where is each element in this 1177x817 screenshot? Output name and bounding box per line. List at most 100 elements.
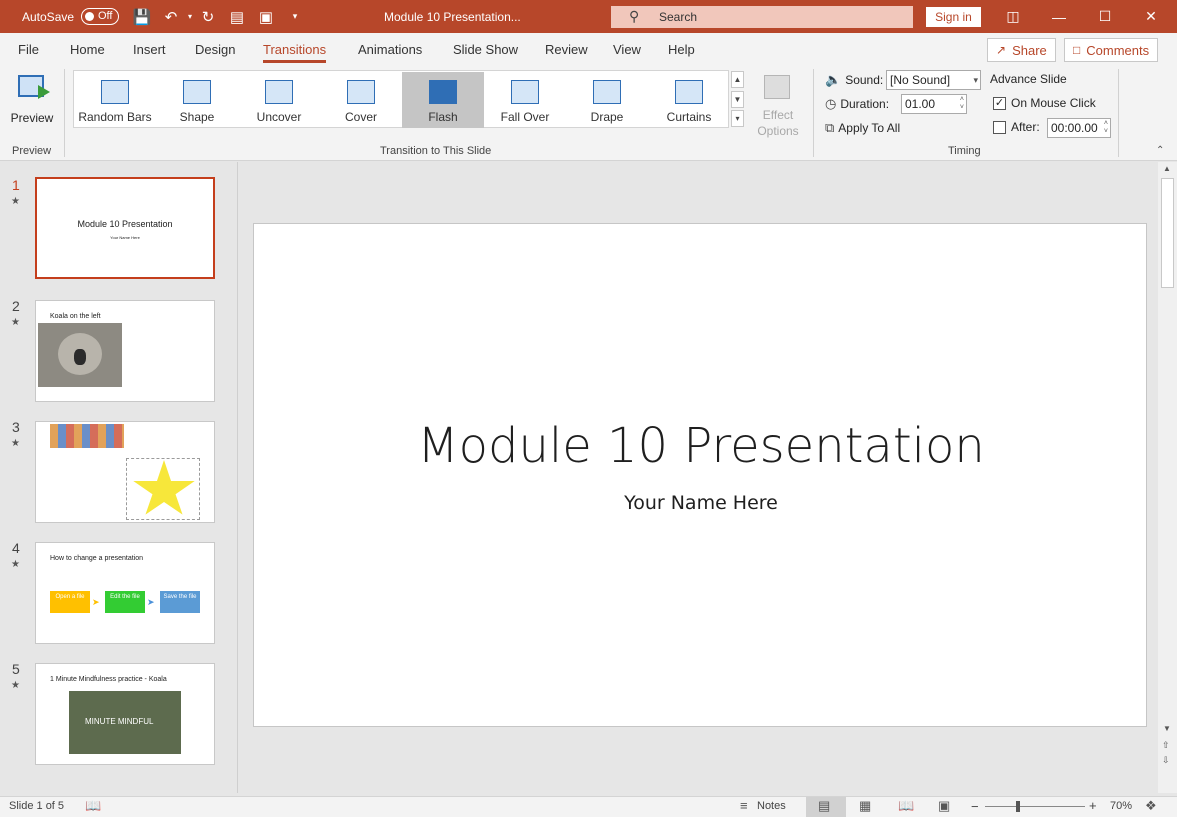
step-label: Save the file	[163, 594, 197, 600]
fit-to-window-icon[interactable]: ❖	[1145, 798, 1157, 814]
transition-label: Fall Over	[500, 110, 550, 124]
sound-label: Sound:	[845, 73, 884, 87]
transition-uncover[interactable]: Uncover	[238, 72, 320, 128]
undo-icon[interactable]: ↶	[162, 0, 180, 33]
transition-star-icon: ★	[11, 559, 20, 570]
transition-curtains[interactable]: Curtains	[648, 72, 730, 128]
vertical-scrollbar[interactable]: ▲ ▼ ⇧ ⇩	[1158, 162, 1177, 793]
clock-icon: ◷	[825, 96, 837, 111]
ribbon-display-options-icon[interactable]: ◫	[990, 0, 1036, 33]
tab-transitions[interactable]: Transitions	[263, 42, 327, 63]
zoom-slider-track[interactable]	[985, 806, 1085, 807]
share-label: Share	[1012, 42, 1047, 58]
previous-slide-icon[interactable]: ⇧	[1162, 740, 1170, 751]
save-icon[interactable]: 💾	[133, 0, 152, 33]
sound-row: 🔈 Sound:	[825, 72, 883, 88]
after-input[interactable]: 00:00.00 ˄ ˅	[1047, 118, 1111, 138]
tab-design[interactable]: Design	[195, 42, 235, 57]
next-slide-icon[interactable]: ⇩	[1162, 755, 1170, 766]
close-icon[interactable]: ✕	[1128, 0, 1174, 33]
tab-review[interactable]: Review	[545, 42, 588, 57]
preview-button[interactable]: Preview	[6, 71, 58, 133]
current-slide[interactable]: Module 10 Presentation Your Name Here	[253, 223, 1147, 727]
slide-thumbnail-5[interactable]: 1 Minute Mindfulness practice - Koala MI…	[35, 663, 215, 765]
slide-sorter-icon[interactable]: ▦	[859, 798, 871, 814]
zoom-level[interactable]: 70%	[1110, 800, 1132, 812]
people-clipart	[50, 424, 124, 448]
undo-dropdown-icon[interactable]: ▾	[181, 0, 199, 33]
slide-thumbnail-1[interactable]: Module 10 Presentation Your Name Here	[35, 177, 215, 279]
touch-mode-icon[interactable]: ▣	[257, 0, 275, 33]
minimize-icon[interactable]: —	[1036, 0, 1082, 33]
advance-slide-label: Advance Slide	[990, 72, 1067, 86]
slide-subtitle[interactable]: Your Name Here	[254, 492, 1148, 514]
spinner-down-icon[interactable]: ˅	[1104, 128, 1108, 136]
search-box[interactable]: ⚲ Search	[611, 6, 913, 28]
scroll-down-icon[interactable]: ▼	[1163, 724, 1171, 733]
zoom-in-icon[interactable]: +	[1089, 798, 1097, 813]
effect-options-icon	[764, 75, 790, 99]
effect-options-button[interactable]: Effect Options	[752, 71, 804, 141]
gallery-scroll-down[interactable]: ▼	[731, 91, 744, 108]
transition-label: Curtains	[666, 110, 712, 124]
tab-animations[interactable]: Animations	[358, 42, 422, 57]
on-mouse-click-checkbox[interactable]: ✓	[993, 97, 1006, 110]
after-checkbox[interactable]	[993, 121, 1006, 134]
tab-file[interactable]: File	[18, 42, 39, 57]
spinner-up-icon[interactable]: ˄	[1104, 120, 1108, 128]
scroll-thumb[interactable]	[1161, 178, 1174, 288]
notes-button[interactable]: Notes	[757, 800, 786, 812]
transition-drape[interactable]: Drape	[566, 72, 648, 128]
apply-to-all-button[interactable]: ⧉ Apply To All	[825, 120, 900, 136]
zoom-slider-thumb[interactable]	[1016, 801, 1020, 812]
slide-show-icon[interactable]: ▣	[938, 798, 950, 814]
slide-title[interactable]: Module 10 Presentation	[254, 418, 1148, 474]
preview-group-label: Preview	[12, 145, 52, 157]
spinner-down-icon[interactable]: ˅	[960, 104, 964, 112]
gallery-more[interactable]: ▾	[731, 110, 744, 127]
normal-view-icon[interactable]: ▤	[818, 798, 830, 814]
step-label: Open a file	[55, 594, 85, 600]
sound-select[interactable]: [No Sound] ▾	[886, 70, 981, 90]
arrow-right-icon: ➤	[92, 597, 100, 607]
tab-home[interactable]: Home	[70, 42, 105, 57]
slide-thumbnail-2[interactable]: Koala on the left	[35, 300, 215, 402]
collapse-ribbon-icon[interactable]: ⌃	[1156, 145, 1164, 156]
present-from-start-icon[interactable]: ▤	[228, 0, 246, 33]
tab-insert[interactable]: Insert	[133, 42, 166, 57]
duration-value: 01.00	[905, 97, 936, 111]
redo-icon[interactable]: ↻	[199, 0, 217, 33]
tab-slide-show[interactable]: Slide Show	[453, 42, 518, 57]
comments-button[interactable]: □ Comments	[1064, 38, 1159, 62]
accessibility-icon[interactable]: 📖	[85, 798, 101, 814]
timing-group-label: Timing	[948, 145, 981, 157]
transition-random-bars[interactable]: Random Bars	[74, 72, 156, 128]
after-label: After:	[1011, 120, 1040, 134]
image-overlay-text: MINUTE MINDFUL	[85, 717, 154, 726]
transition-flash[interactable]: Flash	[402, 72, 484, 128]
duration-input[interactable]: 01.00 ˄ ˅	[901, 94, 967, 114]
zoom-out-icon[interactable]: −	[971, 799, 979, 814]
scroll-up-icon[interactable]: ▲	[1163, 164, 1171, 173]
duration-label: Duration:	[840, 97, 890, 111]
share-button[interactable]: ↗ Share	[987, 38, 1056, 62]
tab-help[interactable]: Help	[668, 42, 695, 57]
reading-view-icon[interactable]: 📖	[898, 798, 914, 814]
slide-number: 2	[12, 298, 20, 314]
transition-cover[interactable]: Cover	[320, 72, 402, 128]
gallery-scroll-up[interactable]: ▲	[731, 71, 744, 88]
koala-image	[38, 323, 122, 387]
transition-shape[interactable]: Shape	[156, 72, 238, 128]
maximize-icon[interactable]: ☐	[1082, 0, 1128, 33]
sign-in-button[interactable]: Sign in	[926, 7, 981, 27]
tab-view[interactable]: View	[613, 42, 641, 57]
transition-fall-over[interactable]: Fall Over	[484, 72, 566, 128]
autosave-toggle[interactable]: Off	[81, 8, 119, 25]
koala-nose	[74, 349, 86, 365]
spinner-up-icon[interactable]: ˄	[960, 96, 964, 104]
thumb-title: Module 10 Presentation	[77, 219, 173, 229]
customize-toolbar-icon[interactable]: ▾	[286, 0, 304, 33]
slide-thumbnail-3[interactable]	[35, 421, 215, 523]
transition-star-icon: ★	[11, 680, 20, 691]
slide-thumbnail-4[interactable]: How to change a presentation Open a file…	[35, 542, 215, 644]
